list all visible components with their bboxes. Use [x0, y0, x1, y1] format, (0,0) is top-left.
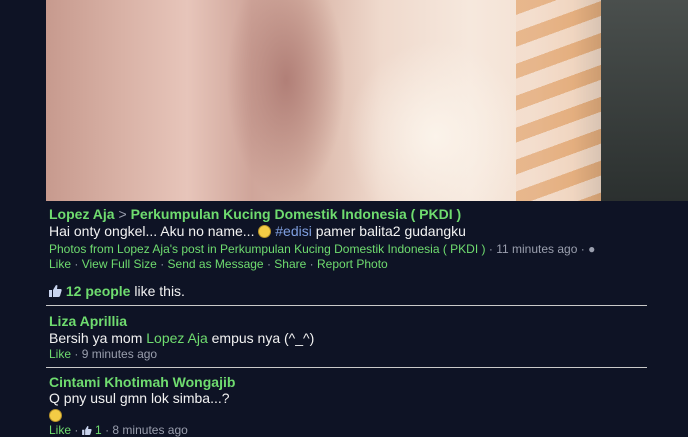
post-time[interactable]: 11 minutes ago [496, 242, 577, 256]
likes-suffix: like this. [134, 283, 185, 299]
photo-region [226, 0, 346, 201]
comment-emoji-line [49, 407, 62, 423]
comment-time[interactable]: 9 minutes ago [82, 347, 157, 361]
smiley-emoji-icon [49, 409, 62, 422]
comment-like-count[interactable]: 1 [95, 423, 102, 437]
divider [46, 305, 647, 306]
comment-meta: Like · 1 · 8 minutes ago [49, 423, 188, 437]
comment-time[interactable]: 8 minutes ago [112, 423, 187, 437]
send-as-message-link[interactable]: Send as Message [168, 257, 264, 271]
comment-text-end: empus nya (^_^) [211, 330, 315, 346]
likes-summary: 12 people like this. [49, 283, 185, 299]
globe-icon: ● [588, 242, 596, 256]
hashtag-link[interactable]: #edisi [275, 223, 312, 239]
post-photo[interactable] [46, 0, 688, 201]
post-meta: Photos from Lopez Aja's post in Perkumpu… [49, 242, 596, 256]
likes-count-link[interactable]: 12 people [66, 283, 131, 299]
comment-like-link[interactable]: Like [49, 423, 71, 437]
mention-link[interactable]: Lopez Aja [146, 330, 208, 346]
comment-author-link[interactable]: Cintami Khotimah Wongajib [49, 374, 235, 390]
comment-text-start: Bersih ya mom [49, 330, 143, 346]
source-link[interactable]: Photos from Lopez Aja's post in Perkumpu… [49, 242, 486, 256]
group-link[interactable]: Perkumpulan Kucing Domestik Indonesia ( … [131, 206, 462, 222]
share-link[interactable]: Share [274, 257, 306, 271]
photo-region [346, 40, 526, 201]
caption-text: Hai onty ongkel... Aku no name... [49, 223, 255, 239]
smiley-emoji-icon [258, 225, 272, 238]
comment-meta: Like · 9 minutes ago [49, 347, 158, 361]
thumbs-up-icon [49, 285, 62, 297]
like-link[interactable]: Like [49, 257, 71, 271]
view-full-size-link[interactable]: View Full Size [82, 257, 157, 271]
photo-region [601, 0, 688, 201]
photo-actions: Like · View Full Size · Send as Message … [49, 257, 388, 271]
separator: > [118, 206, 127, 222]
report-photo-link[interactable]: Report Photo [317, 257, 388, 271]
caption-text-end: pamer balita2 gudangku [315, 223, 466, 239]
comment-author-link[interactable]: Liza Aprillia [49, 313, 127, 329]
comment-like-link[interactable]: Like [49, 347, 71, 361]
comment-text: Bersih ya mom Lopez Aja empus nya (^_^) [49, 330, 314, 346]
post-author-link[interactable]: Lopez Aja [49, 206, 115, 222]
post-header: Lopez Aja > Perkumpulan Kucing Domestik … [49, 206, 461, 222]
divider [46, 367, 647, 368]
comment-text: Q pny usul gmn lok simba...? [49, 390, 230, 406]
post-caption: Hai onty ongkel... Aku no name... #edisi… [49, 223, 466, 239]
